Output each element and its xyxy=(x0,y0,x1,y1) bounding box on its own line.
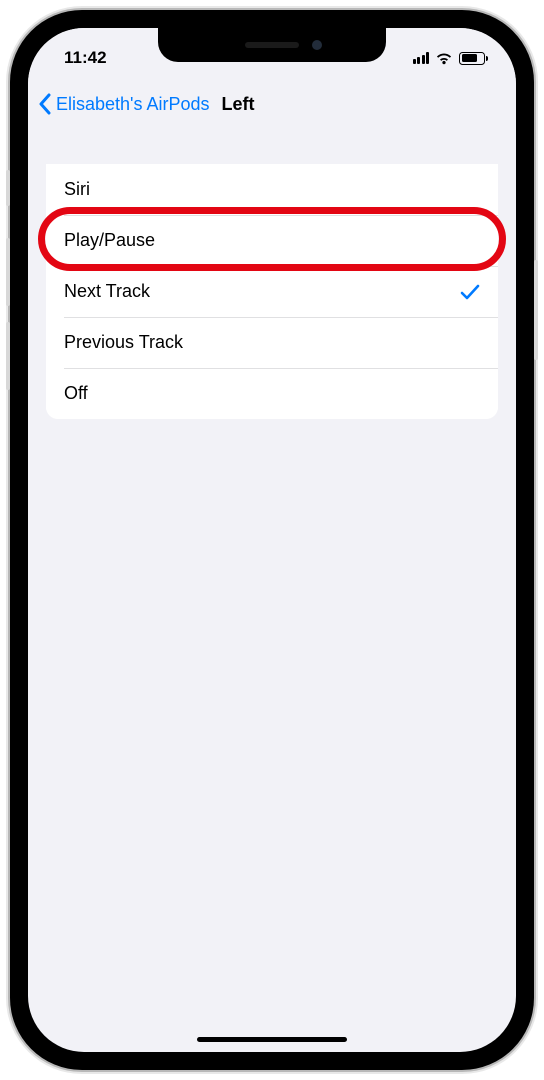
chevron-left-icon xyxy=(38,93,52,115)
device-notch xyxy=(158,28,386,62)
device-volume-down xyxy=(6,322,10,390)
device-side-button xyxy=(534,260,538,360)
option-label: Off xyxy=(64,383,88,404)
checkmark-icon xyxy=(460,283,480,301)
device-volume-up xyxy=(6,238,10,306)
option-play-pause[interactable]: Play/Pause xyxy=(46,215,498,266)
battery-icon xyxy=(459,52,488,65)
page-title: Left xyxy=(222,94,255,115)
device-frame: 11:42 xyxy=(10,10,534,1070)
wifi-icon xyxy=(435,52,453,65)
content-area: Siri Play/Pause Next Track Previous Trac… xyxy=(28,128,516,419)
cellular-signal-icon xyxy=(413,52,430,64)
option-label: Previous Track xyxy=(64,332,183,353)
option-next-track[interactable]: Next Track xyxy=(46,266,498,317)
device-silent-switch xyxy=(6,170,10,206)
option-label: Siri xyxy=(64,179,90,200)
option-previous-track[interactable]: Previous Track xyxy=(46,317,498,368)
option-label: Next Track xyxy=(64,281,150,302)
home-indicator[interactable] xyxy=(197,1037,347,1042)
back-button-label: Elisabeth's AirPods xyxy=(56,94,210,115)
options-group: Siri Play/Pause Next Track Previous Trac… xyxy=(46,164,498,419)
back-button[interactable]: Elisabeth's AirPods xyxy=(38,93,210,115)
option-off[interactable]: Off xyxy=(46,368,498,419)
device-speaker xyxy=(245,42,299,48)
navigation-bar: Elisabeth's AirPods Left xyxy=(28,80,516,128)
option-label: Play/Pause xyxy=(64,230,155,251)
status-time: 11:42 xyxy=(64,48,164,68)
option-siri[interactable]: Siri xyxy=(46,164,498,215)
screen: 11:42 xyxy=(28,28,516,1052)
status-icons xyxy=(388,52,488,65)
